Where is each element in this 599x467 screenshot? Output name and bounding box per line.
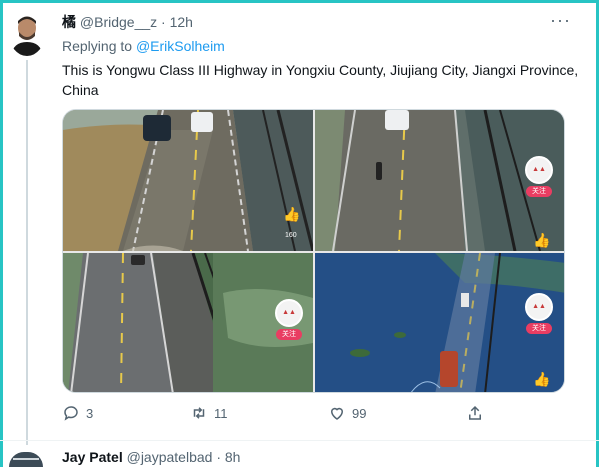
handle[interactable]: @Bridge__z [80, 14, 157, 30]
replying-to-link[interactable]: @ErikSolheim [136, 38, 225, 54]
follow-button[interactable]: 关注 [526, 323, 552, 334]
reply-icon [64, 406, 78, 421]
thumbs-up-icon[interactable]: 👍 [533, 232, 550, 249]
media-like-count: 160 [285, 232, 297, 239]
next-tweet-header: Jay Patel @jaypatelbad · 8h [62, 449, 240, 465]
thumbs-up-icon[interactable]: 👍 [533, 371, 550, 388]
thread-line [26, 60, 28, 445]
next-handle[interactable]: @jaypatelbad [127, 449, 213, 465]
replying-prefix: Replying to [62, 38, 136, 54]
more-icon[interactable]: ··· [550, 10, 571, 31]
thumbs-up-icon[interactable]: 👍 [283, 206, 300, 223]
next-display-name[interactable]: Jay Patel [62, 449, 123, 465]
tweet[interactable]: 橘 @Bridge__z · 12h ··· Replying to @Erik… [0, 0, 599, 445]
follow-badge[interactable]: ▲▲ 关注 [275, 299, 303, 340]
retweet-icon [193, 407, 205, 419]
badge-avatar-icon: ▲▲ [525, 156, 553, 184]
reply-count: 3 [86, 405, 94, 421]
avatar[interactable] [9, 12, 45, 56]
badge-avatar-icon: ▲▲ [275, 299, 303, 327]
tweet-actions: 3 11 99 [62, 404, 562, 424]
retweet-button[interactable]: 11 [190, 404, 228, 422]
separator: · [161, 14, 166, 30]
tweet-divider [0, 440, 599, 441]
follow-button[interactable]: 关注 [276, 329, 302, 340]
media-image-1[interactable] [63, 110, 313, 251]
like-count: 99 [352, 405, 367, 421]
media-image-3[interactable]: ▲▲ 关注 [63, 253, 313, 392]
heart-icon [330, 407, 344, 420]
follow-button[interactable]: 关注 [526, 186, 552, 197]
retweet-count: 11 [214, 405, 228, 421]
display-name[interactable]: 橘 [62, 14, 76, 30]
badge-avatar-icon: ▲▲ [525, 293, 553, 321]
media-grid[interactable]: ▲▲ 关注 👍 ▲▲ 关注 ▲▲ 关注 👍 👍 160 [62, 109, 565, 393]
tweet-header: 橘 @Bridge__z · 12h [62, 14, 193, 30]
next-separator: · [216, 449, 221, 465]
reply-button[interactable]: 3 [62, 404, 93, 422]
like-button[interactable]: 99 [328, 404, 366, 422]
follow-badge[interactable]: ▲▲ 关注 [525, 156, 553, 197]
share-icon [469, 405, 481, 420]
next-timestamp[interactable]: 8h [225, 449, 241, 465]
media-image-2[interactable]: ▲▲ 关注 👍 [315, 110, 564, 251]
replying-to: Replying to @ErikSolheim [62, 38, 225, 54]
share-button[interactable] [466, 404, 484, 422]
follow-badge[interactable]: ▲▲ 关注 [525, 293, 553, 334]
media-image-4[interactable]: ▲▲ 关注 👍 [315, 253, 564, 392]
tweet-text: This is Yongwu Class III Highway in Yong… [62, 62, 579, 98]
timestamp[interactable]: 12h [170, 14, 193, 30]
